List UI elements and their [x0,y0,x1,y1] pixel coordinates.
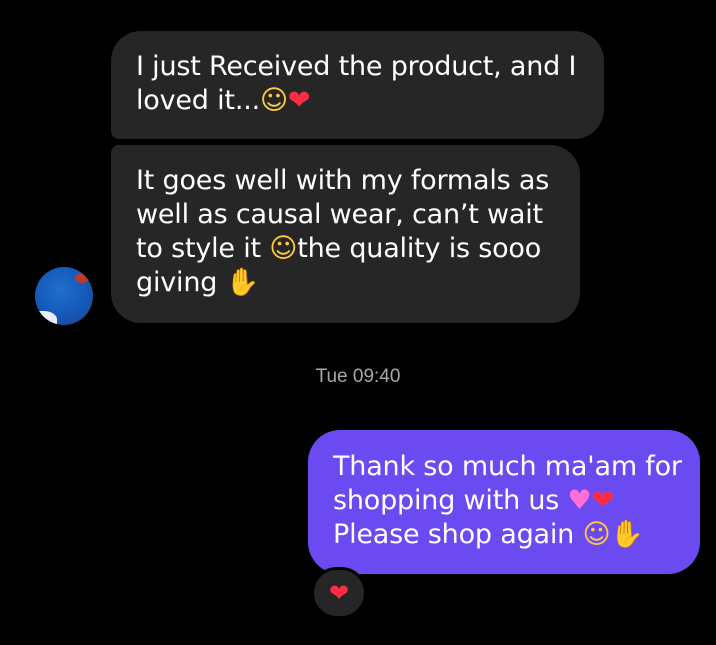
message-text: Thank so much ma'am for shopping with us [333,451,682,516]
red-heart-icon: ❤ [591,485,615,516]
pinched-fingers-icon: ✋ [225,267,260,298]
sender-avatar[interactable] [35,267,93,325]
red-heart-icon: ❤ [328,579,350,607]
message-text: Please shop again [333,519,583,550]
message-text: I just Received the product, and I loved… [136,51,577,116]
avatar-detail [75,273,89,283]
pinched-fingers-icon: ✋ [610,519,644,550]
smiling-face-with-hearts-icon: ☺ [259,85,288,116]
red-heart-icon: ❤ [287,85,311,116]
heart-with-ribbon-icon: ♥ [567,485,592,516]
received-message-bubble[interactable]: I just Received the product, and I loved… [111,31,604,139]
smiling-face-icon: ☺ [582,519,611,550]
message-timestamp: Tue 09:40 [315,366,401,387]
sent-message-bubble[interactable]: Thank so much ma'am for shopping with us… [308,430,700,574]
face-with-hand-over-mouth-icon: ☺ [269,233,298,264]
avatar-detail [35,311,57,325]
message-reaction[interactable]: ❤ [311,567,367,619]
received-message-bubble[interactable]: It goes well with my formals as well as … [111,145,580,323]
